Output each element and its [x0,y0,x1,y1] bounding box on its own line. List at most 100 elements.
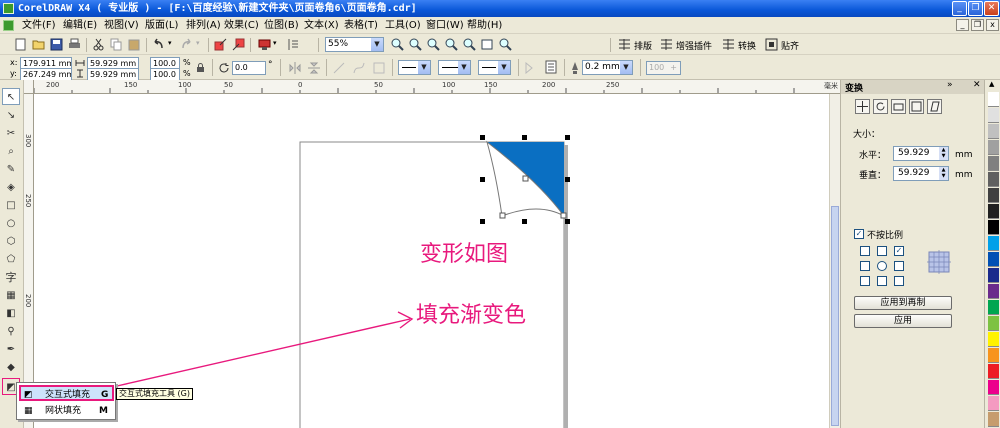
enhance-plugin-button[interactable]: 增强插件 [676,39,712,52]
transform-scale-icon[interactable] [891,99,906,114]
print-icon[interactable] [68,38,81,51]
end-arrowhead-select[interactable]: ▼ [478,60,511,75]
zoom-out-icon[interactable] [409,38,422,51]
color-swatch[interactable] [988,140,999,155]
vertical-scrollbar[interactable] [829,94,840,428]
line-style-select[interactable]: ▼ [438,60,471,75]
anchor-center-radio[interactable] [877,261,887,271]
proportional-checkbox[interactable]: ✓ [854,229,864,239]
color-swatch[interactable] [988,252,999,267]
color-swatch[interactable] [988,124,999,139]
ellipse-tool-icon[interactable]: ○ [2,215,20,232]
menu-view[interactable]: 视图(V) [104,17,139,34]
open-folder-icon[interactable] [32,38,45,51]
color-swatch[interactable] [988,188,999,203]
typesetting-button[interactable]: 排版 [634,39,652,52]
menu-bitmaps[interactable]: 位图(B) [264,17,299,34]
to-curve-icon[interactable] [332,61,346,75]
color-swatch[interactable] [988,284,999,299]
convert-button[interactable]: 转换 [738,39,756,52]
color-swatch[interactable] [988,364,999,379]
table-tool-icon[interactable]: ▦ [2,287,20,304]
outline-width-select[interactable]: 0.2 mm ▼ [582,60,633,75]
undo-dropdown-icon[interactable]: ▾ [168,39,172,47]
spin-buttons[interactable]: ▲ ▼ [939,147,948,160]
color-swatch[interactable] [988,316,999,331]
drawing-canvas[interactable]: 变形如图 填充渐变色 [34,94,829,428]
color-swatch[interactable] [988,156,999,171]
convert-icon[interactable] [722,38,735,51]
typesetting-icon[interactable] [618,38,631,51]
new-document-icon[interactable] [14,38,27,51]
menu-help[interactable]: 帮助(H) [467,17,502,34]
anchor-checkbox[interactable] [860,261,870,271]
vertical-ruler[interactable]: 300 250 200 [24,94,34,428]
menu-window[interactable]: 窗口(W) [426,17,464,34]
color-swatch[interactable] [988,204,999,219]
color-swatch[interactable] [988,348,999,363]
outline-tool-icon[interactable]: ✒ [2,341,20,358]
color-swatch[interactable] [988,380,999,395]
fill-tool-icon[interactable]: ◆ [2,359,20,376]
color-swatch[interactable] [988,412,999,427]
color-swatch[interactable] [988,268,999,283]
close-curve-icon[interactable] [523,62,535,74]
document-close-button[interactable]: x [986,19,999,31]
coreldraw-app-icon[interactable] [3,3,14,14]
zoom-in-icon[interactable] [391,38,404,51]
document-restore-button[interactable]: ❐ [971,19,984,31]
polygon-tool-icon[interactable]: ⬡ [2,233,20,250]
text-tool-icon[interactable]: 字 [2,269,20,286]
apply-button[interactable]: 应用 [854,314,952,328]
paste-icon[interactable] [128,38,141,51]
color-swatch[interactable] [988,108,999,123]
wrap-text-icon[interactable] [372,61,386,75]
palette-scroll-up-icon[interactable]: ▲ [989,80,994,88]
color-swatch[interactable] [988,236,999,251]
pick-tool-icon[interactable]: ↖ [2,88,20,105]
interactive-blend-tool-icon[interactable]: ◧ [2,305,20,322]
horizontal-size-spinbox[interactable]: 59.929 ▲ ▼ [893,146,949,161]
flyout-mesh-fill-item[interactable]: ▦ 网状填充 M [19,403,114,419]
window-close-button[interactable]: ✕ [984,1,999,16]
transform-rotate-icon[interactable] [873,99,888,114]
anchor-checkbox[interactable] [894,261,904,271]
edit-curve-icon[interactable] [352,61,366,75]
copy-icon[interactable] [110,38,123,51]
export-icon[interactable] [232,38,245,51]
welcome-screen-icon[interactable] [286,38,299,51]
application-launcher-icon[interactable] [258,38,271,51]
color-swatch[interactable] [988,92,999,107]
color-swatch[interactable] [988,396,999,411]
mirror-vertical-icon[interactable] [307,61,321,75]
rectangle-tool-icon[interactable]: □ [2,197,20,214]
wrap-paragraph-icon[interactable] [545,60,560,75]
cut-icon[interactable] [92,38,105,51]
crop-tool-icon[interactable]: ✂ [2,125,20,142]
menu-table[interactable]: 表格(T) [344,17,378,34]
window-restore-button[interactable]: ❐ [968,1,983,16]
color-swatch[interactable] [988,300,999,315]
transform-size-icon[interactable] [909,99,924,114]
eyedropper-tool-icon[interactable]: ⚲ [2,323,20,340]
document-icon[interactable] [3,20,14,31]
anchor-checkbox[interactable] [877,276,887,286]
menu-text[interactable]: 文本(X) [304,17,339,34]
color-swatch[interactable] [988,332,999,347]
transform-position-icon[interactable] [855,99,870,114]
menu-layout[interactable]: 版面(L) [145,17,178,34]
menu-tools[interactable]: 工具(O) [385,17,421,34]
window-minimize-button[interactable]: _ [952,1,967,16]
snap-icon[interactable] [765,38,778,51]
apply-to-duplicate-button[interactable]: 应用到再制 [854,296,952,310]
zoom-page-height-icon[interactable] [499,38,512,51]
enhance-plugin-icon[interactable] [660,38,673,51]
scroll-thumb[interactable] [831,206,839,426]
lock-ratio-icon[interactable] [196,63,205,73]
flyout-interactive-fill-item[interactable]: ◩ 交互式填充 G [19,385,114,401]
zoom-page-width-icon[interactable] [481,38,494,51]
docker-close-icon[interactable]: ✕ [973,80,981,90]
menu-effects[interactable]: 效果(C) [224,17,259,34]
snap-button[interactable]: 贴齐 [781,39,799,52]
undo-icon[interactable] [152,38,165,51]
